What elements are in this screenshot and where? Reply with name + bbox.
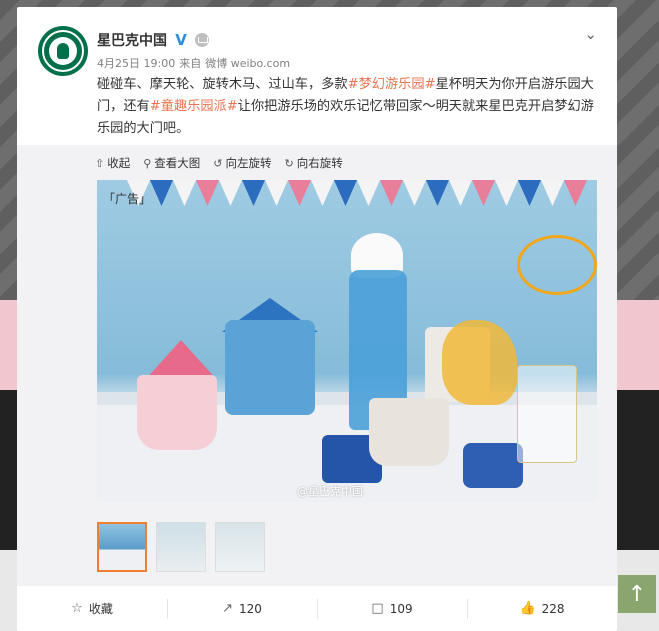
rotate-right-button[interactable]: ↻ 向右旋转: [285, 155, 343, 171]
rotate-left-button[interactable]: ↺ 向左旋转: [213, 155, 271, 171]
star-icon: ☆: [71, 601, 83, 616]
roller-coaster-decoration: [517, 235, 597, 295]
author-name[interactable]: 星巴克中国: [97, 30, 167, 50]
favorite-label: 收藏: [88, 602, 113, 616]
thumbnail-strip: [97, 522, 265, 572]
arrow-up-icon: ↑: [627, 581, 647, 607]
comment-count: 109: [389, 601, 413, 616]
media-viewer: ⇧ 收起 ⚲ 查看大图 ↺ 向左旋转 ↻ 向右旋转 「广告」 @星巴克中国: [17, 145, 617, 585]
rotate-right-icon: ↻: [284, 156, 294, 170]
rotate-left-icon: ↺: [213, 156, 223, 170]
source-prefix: 来自: [179, 57, 202, 70]
collapse-label: 收起: [107, 156, 131, 170]
back-to-top-button[interactable]: ↑: [618, 575, 656, 613]
glass-cup: [517, 365, 577, 463]
post-text-part: 碰碰车、摩天轮、旋转木马、过山车，多款: [97, 77, 348, 92]
post-source[interactable]: 微博 weibo.com: [205, 55, 290, 71]
weibo-post-card: 星巴克中国 V ⌄ 4月25日 19:00 来自 微博 weibo.com 碰碰…: [17, 7, 617, 631]
view-large-label: 查看大图: [154, 156, 201, 170]
rotate-right-label: 向右旋转: [296, 156, 343, 170]
action-bar: ☆ 收藏 ↗ 120 □ 109 👍 228: [17, 585, 617, 631]
zoom-icon: ⚲: [143, 156, 152, 170]
thumbnail-1[interactable]: [97, 522, 147, 572]
rotate-left-label: 向左旋转: [225, 156, 272, 170]
balloon-dog-decoration: [442, 320, 517, 405]
hashtag-link[interactable]: #梦幻游乐园#: [348, 77, 436, 92]
comment-button[interactable]: □ 109: [317, 586, 467, 631]
like-count: 228: [541, 601, 565, 616]
blue-carousel-mug: [225, 320, 315, 415]
main-image[interactable]: 「广告」 @星巴克中国: [97, 180, 597, 502]
chevron-down-icon[interactable]: ⌄: [584, 25, 597, 43]
image-watermark: @星巴克中国: [297, 485, 363, 498]
post-time[interactable]: 4月25日 19:00: [97, 55, 175, 71]
arrow-up-icon: ⇧: [95, 156, 105, 170]
collapse-button[interactable]: ⇧ 收起: [95, 155, 130, 171]
post-meta: 4月25日 19:00 来自 微博 weibo.com: [97, 55, 290, 71]
pink-carousel-lid: [145, 340, 217, 380]
thumbnail-3[interactable]: [215, 522, 265, 572]
member-crown-icon[interactable]: [195, 33, 209, 47]
roller-coaster-mug: [369, 398, 449, 466]
carousel-figure: [463, 443, 523, 488]
ad-label: 「广告」: [103, 192, 152, 206]
bunting-decoration: [127, 180, 587, 206]
thumbnail-2[interactable]: [156, 522, 206, 572]
like-button[interactable]: 👍 228: [467, 586, 617, 631]
repost-icon: ↗: [222, 601, 233, 616]
pink-carousel-mug: [137, 375, 217, 450]
repost-button[interactable]: ↗ 120: [167, 586, 317, 631]
favorite-button[interactable]: ☆ 收藏: [17, 586, 167, 631]
post-text: 碰碰车、摩天轮、旋转木马、过山车，多款#梦幻游乐园#星杯明天为你开启游乐园大门，…: [97, 74, 597, 140]
verified-icon: V: [175, 31, 187, 49]
avatar[interactable]: [38, 26, 88, 76]
media-toolbar: ⇧ 收起 ⚲ 查看大图 ↺ 向左旋转 ↻ 向右旋转: [95, 155, 343, 171]
repost-count: 120: [239, 601, 262, 616]
author-row: 星巴克中国 V: [97, 29, 209, 51]
thumbs-up-icon: 👍: [519, 601, 536, 616]
comment-icon: □: [371, 601, 384, 616]
starbucks-logo-icon: [42, 30, 84, 72]
view-large-button[interactable]: ⚲ 查看大图: [143, 155, 200, 171]
hashtag-link[interactable]: #童趣乐园派#: [150, 99, 238, 114]
